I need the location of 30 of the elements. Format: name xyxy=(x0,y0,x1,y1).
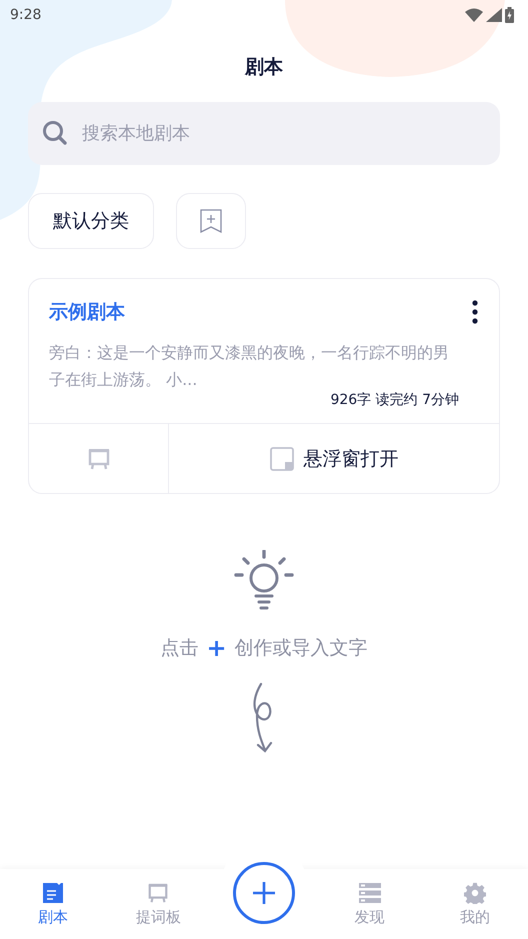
hint-text: 创作或导入文字 xyxy=(234,636,368,661)
easel-icon xyxy=(147,882,170,904)
category-chip[interactable]: 默认分类 xyxy=(28,193,154,249)
plus-sign: + xyxy=(206,634,227,662)
settings-icon xyxy=(464,882,486,904)
easel-icon xyxy=(86,446,110,470)
nav-tab[interactable]: 提词板 xyxy=(106,882,212,926)
lightbulb-icon xyxy=(234,550,294,610)
document-icon xyxy=(42,882,64,904)
script-title: 示例剧本 xyxy=(49,300,125,325)
nav-tab[interactable]: 我的 xyxy=(422,882,528,926)
script-excerpt: 旁白：这是一个安静而又漆黑的夜晚，一名行踪不明的男子在街上游荡。 小... xyxy=(49,342,450,391)
plus-icon xyxy=(252,882,275,904)
status-time: 9:28 xyxy=(10,7,42,23)
window-icon xyxy=(270,446,294,470)
script-card[interactable]: 示例剧本 旁白：这是一个安静而又漆黑的夜晚，一名行踪不明的男子在街上游荡。 小... 926字 读完约 7分钟 悬浮窗打开 xyxy=(28,278,500,494)
add-category-button[interactable] xyxy=(176,193,246,249)
nav-tab[interactable]: 发现 xyxy=(316,882,422,926)
battery-icon xyxy=(505,7,514,23)
bookmark-plus-icon xyxy=(200,209,222,233)
nav-tab[interactable]: 剧本 xyxy=(0,882,106,926)
hint-text: 点击 xyxy=(160,636,198,661)
search-field[interactable]: 搜索本地剧本 xyxy=(28,102,500,165)
floating-window-button[interactable]: 悬浮窗打开 xyxy=(169,424,499,493)
page-title: 剧本 xyxy=(245,55,283,80)
list-icon xyxy=(358,882,381,904)
script-stats: 926字 读完约 7分钟 xyxy=(330,391,459,409)
signal-icon xyxy=(486,8,502,22)
more-icon[interactable] xyxy=(471,300,479,324)
wifi-icon xyxy=(465,8,483,22)
